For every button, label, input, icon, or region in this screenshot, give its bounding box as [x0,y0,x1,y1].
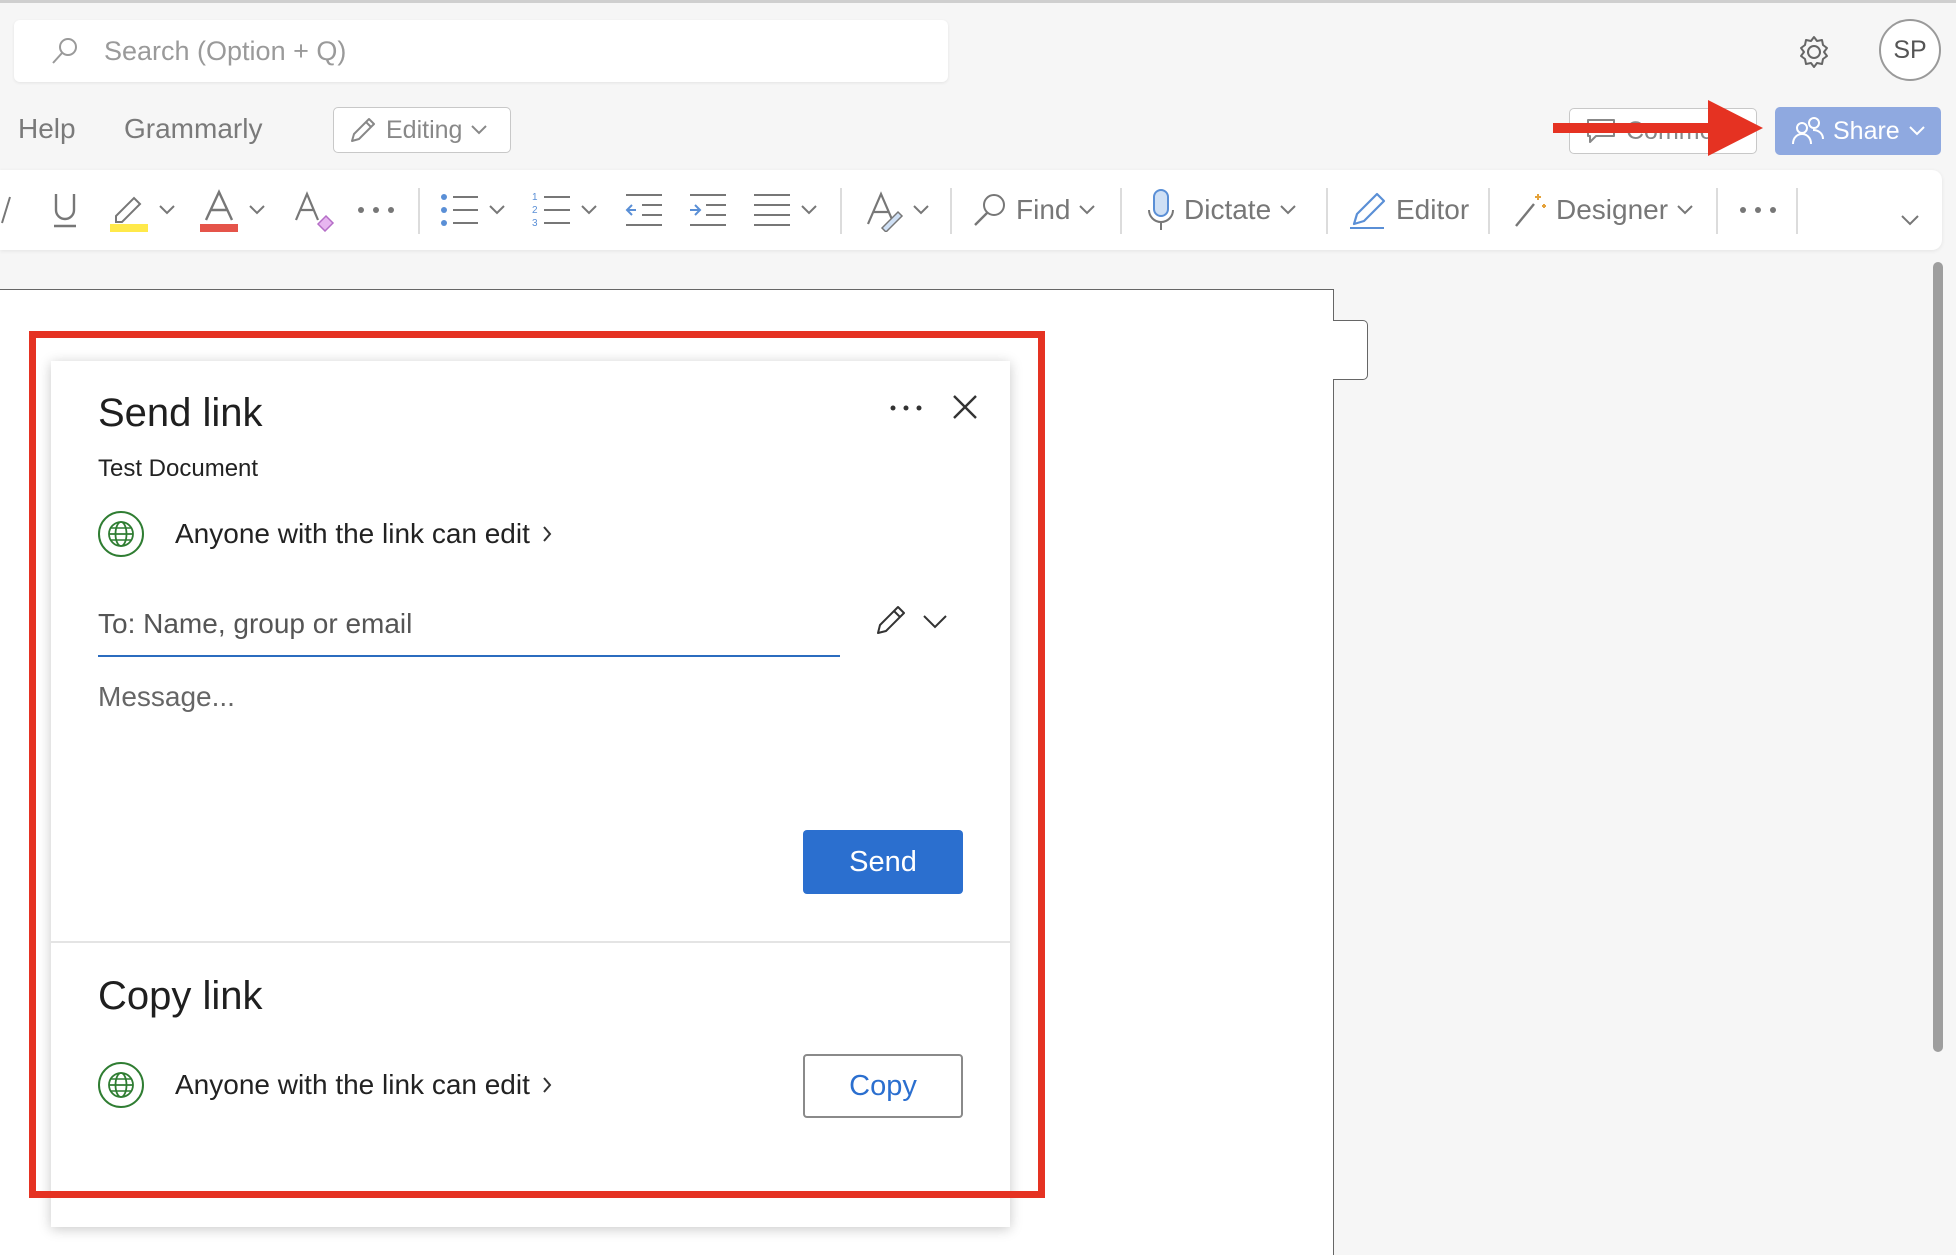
divider [1326,188,1328,234]
chevron-down-icon [801,205,817,215]
highlight-color-swatch [110,224,148,232]
decrease-indent-icon [625,194,662,226]
search-box[interactable]: Search (Option + Q) [14,20,948,82]
chevron-down-icon [1909,126,1925,136]
menu-grammarly[interactable]: Grammarly [124,113,262,145]
pencil-icon [351,118,375,142]
find-button[interactable]: Find [972,170,1096,250]
divider [1716,188,1718,234]
chevron-down-icon [1280,205,1296,215]
increase-indent-icon [690,194,726,226]
search-icon [974,194,1005,226]
align-button[interactable] [752,170,818,250]
font-color-swatch [200,224,238,232]
font-color-icon [200,189,238,232]
divider [418,188,420,234]
editor-pen-icon [1350,192,1386,229]
styles-button[interactable] [864,170,930,250]
share-button[interactable]: Share [1775,107,1941,155]
chevron-down-icon [913,205,929,215]
editing-label: Editing [386,115,463,144]
chevron-down-icon [489,205,505,215]
editor-label: Editor [1396,194,1470,225]
chevron-down-icon [249,205,265,215]
settings-gear-icon[interactable] [1796,34,1832,70]
account-avatar[interactable]: SP [1879,19,1941,81]
divider [840,188,842,234]
bullets-button[interactable] [440,170,506,250]
font-color-button[interactable] [198,170,266,250]
microphone-icon [1148,189,1174,230]
styles-icon [866,191,904,232]
chevron-down-icon [159,205,175,215]
chevron-down-icon [581,205,597,215]
svg-text:3: 3 [532,218,538,229]
italic-icon [1,196,11,224]
clear-formatting-icon [294,191,335,232]
more-icon [1740,207,1776,213]
magic-wand-icon [1515,194,1546,227]
people-icon [1792,117,1824,145]
svg-text:2: 2 [532,205,538,216]
more-icon [358,207,394,213]
menu-help[interactable]: Help [18,113,76,145]
chevron-down-icon [1901,215,1919,226]
divider [1796,188,1798,234]
find-label: Find [1016,194,1071,225]
search-icon [52,38,77,64]
chevron-down-icon [1677,205,1693,215]
ribbon-toolbar: 1 2 3 Find Dictate Editor Designer [0,170,1942,250]
chevron-down-icon [471,125,488,135]
vertical-scrollbar[interactable] [1933,262,1943,1052]
numbering-button[interactable]: 1 2 3 [532,170,598,250]
svg-text:1: 1 [532,192,538,203]
italic-button[interactable] [0,170,14,250]
bullet-list-icon [441,194,478,226]
editor-button[interactable]: Editor [1348,170,1469,250]
chevron-down-icon [1079,205,1096,215]
more-options-button[interactable] [1738,170,1778,250]
increase-indent-button[interactable] [688,170,728,250]
dictate-label: Dictate [1184,194,1272,225]
divider [1488,188,1490,234]
designer-button[interactable]: Designer [1512,170,1694,250]
underline-button[interactable] [50,170,80,250]
decrease-indent-button[interactable] [624,170,664,250]
expand-ribbon-button[interactable] [1900,180,1920,260]
search-placeholder: Search (Option + Q) [104,36,347,66]
share-label: Share [1833,116,1900,145]
dictate-button[interactable]: Dictate [1146,170,1297,250]
divider [950,188,952,234]
numbered-list-icon: 1 2 3 [532,192,570,229]
page-side-marker [1333,320,1368,380]
highlighter-icon [110,196,148,232]
underline-icon [54,194,76,228]
annotation-highlight-box [29,331,1045,1198]
divider [1120,188,1122,234]
annotation-arrow [1553,100,1763,156]
clear-formatting-button[interactable] [292,170,336,250]
more-font-options-button[interactable] [356,170,396,250]
align-icon [754,194,790,226]
editing-mode-button[interactable]: Editing [333,107,511,153]
top-border [0,0,1956,3]
highlight-color-button[interactable] [108,170,176,250]
designer-label: Designer [1556,194,1669,225]
